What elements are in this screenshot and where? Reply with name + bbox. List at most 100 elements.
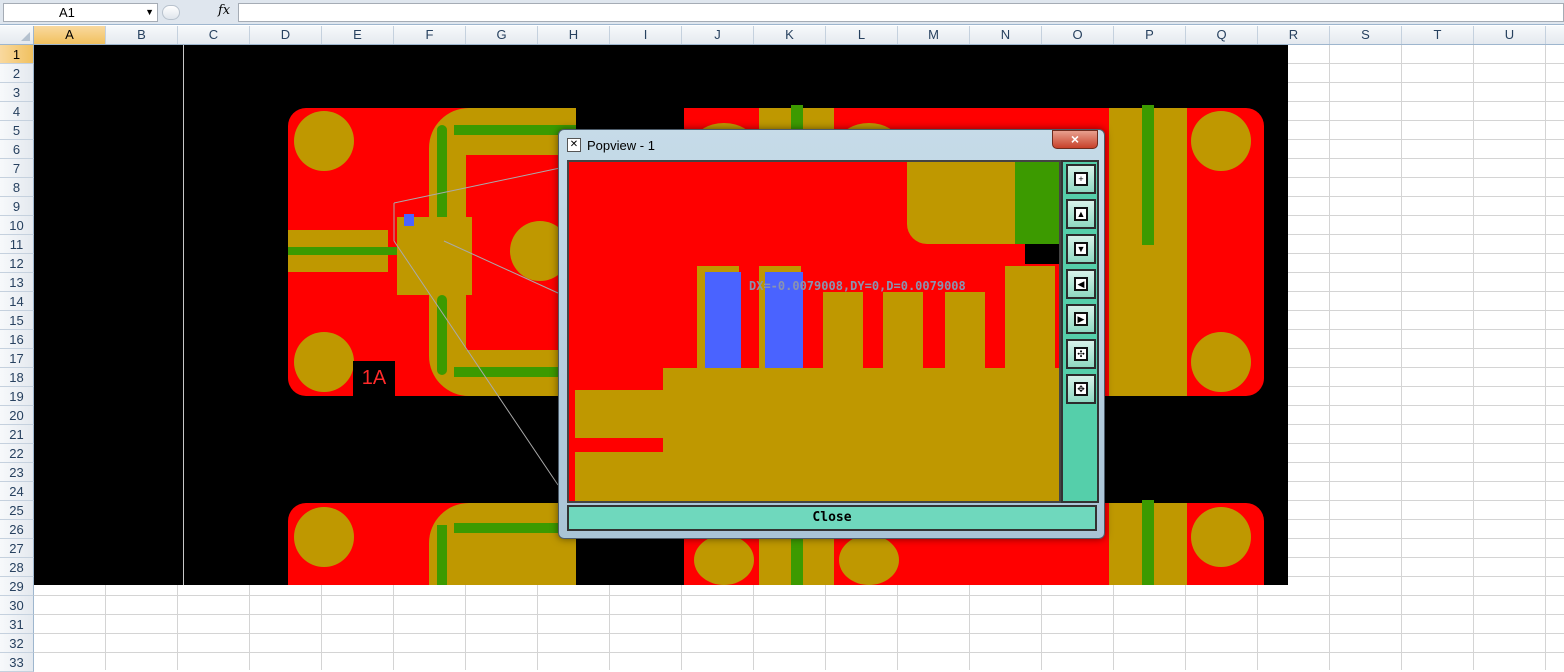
column-header-s[interactable]: S <box>1330 26 1402 44</box>
board-gap <box>1025 244 1059 264</box>
row-header-29[interactable]: 29 <box>0 577 34 596</box>
select-all-button[interactable] <box>0 26 34 44</box>
ic-pin <box>945 292 985 376</box>
row-header-11[interactable]: 11 <box>0 235 34 254</box>
row-header-26[interactable]: 26 <box>0 520 34 539</box>
ic-body <box>663 368 1059 501</box>
column-header-m[interactable]: M <box>898 26 970 44</box>
pad-area <box>429 503 576 585</box>
column-header-g[interactable]: G <box>466 26 538 44</box>
row-header-3[interactable]: 3 <box>0 83 34 102</box>
column-header-o[interactable]: O <box>1042 26 1114 44</box>
column-header-q[interactable]: Q <box>1186 26 1258 44</box>
mounting-pad <box>294 507 354 567</box>
fit-view-icon: ✣ <box>1074 347 1088 361</box>
dialog-title: Popview - 1 <box>587 138 655 153</box>
column-header-p[interactable]: P <box>1114 26 1186 44</box>
ic-pin <box>1005 266 1055 376</box>
dialog-footer: Close <box>567 505 1097 531</box>
pad-area <box>907 162 1019 244</box>
row-header-22[interactable]: 22 <box>0 444 34 463</box>
popview-toolbar: + ▲ ▼ ◀ ▶ ✣ ✥ <box>1061 160 1099 503</box>
column-header-u[interactable]: U <box>1474 26 1546 44</box>
row-header-31[interactable]: 31 <box>0 615 34 634</box>
name-box-value: A1 <box>59 5 75 20</box>
column-header-r[interactable]: R <box>1258 26 1330 44</box>
row-header-16[interactable]: 16 <box>0 330 34 349</box>
column-header-f[interactable]: F <box>394 26 466 44</box>
mounting-pad <box>1191 332 1251 392</box>
close-icon[interactable]: × <box>1052 130 1098 149</box>
column-header-h[interactable]: H <box>538 26 610 44</box>
row-header-1[interactable]: 1 <box>0 45 34 64</box>
row-header-27[interactable]: 27 <box>0 539 34 558</box>
row-header-4[interactable]: 4 <box>0 102 34 121</box>
resize-grip-icon[interactable] <box>162 5 180 20</box>
center-view-icon: ✥ <box>1074 382 1088 396</box>
column-header-j[interactable]: J <box>682 26 754 44</box>
row-header-25[interactable]: 25 <box>0 501 34 520</box>
name-box[interactable]: A1 ▼ <box>3 3 158 22</box>
row-header-20[interactable]: 20 <box>0 406 34 425</box>
trace <box>437 525 447 585</box>
mounting-pad <box>1191 111 1251 171</box>
row-header-17[interactable]: 17 <box>0 349 34 368</box>
pan-up-icon: ▲ <box>1074 207 1088 221</box>
trace <box>1015 162 1059 244</box>
formula-bar: A1 ▼ fx <box>0 0 1564 25</box>
column-header-n[interactable]: N <box>970 26 1042 44</box>
trace <box>1142 500 1154 585</box>
column-header-t[interactable]: T <box>1402 26 1474 44</box>
column-header-c[interactable]: C <box>178 26 250 44</box>
row-header-19[interactable]: 19 <box>0 387 34 406</box>
pad-area <box>575 452 669 501</box>
row-header-21[interactable]: 21 <box>0 425 34 444</box>
column-headers: ABCDEFGHIJKLMNOPQRSTU <box>0 26 1564 45</box>
column-header-e[interactable]: E <box>322 26 394 44</box>
row-header-33[interactable]: 33 <box>0 653 34 672</box>
column-header-k[interactable]: K <box>754 26 826 44</box>
insert-function-button[interactable]: fx <box>218 3 230 18</box>
pan-up-button[interactable]: ▲ <box>1066 199 1096 229</box>
close-button[interactable]: Close <box>571 509 1093 527</box>
chevron-down-icon[interactable]: ▼ <box>145 4 154 21</box>
row-header-23[interactable]: 23 <box>0 463 34 482</box>
column-header-l[interactable]: L <box>826 26 898 44</box>
row-header-10[interactable]: 10 <box>0 216 34 235</box>
row-header-7[interactable]: 7 <box>0 159 34 178</box>
row-header-2[interactable]: 2 <box>0 64 34 83</box>
row-header-12[interactable]: 12 <box>0 254 34 273</box>
pan-left-button[interactable]: ◀ <box>1066 269 1096 299</box>
row-header-8[interactable]: 8 <box>0 178 34 197</box>
row-header-13[interactable]: 13 <box>0 273 34 292</box>
row-header-14[interactable]: 14 <box>0 292 34 311</box>
app-icon: ✕ <box>567 138 581 152</box>
column-header-a[interactable]: A <box>34 26 106 44</box>
row-header-18[interactable]: 18 <box>0 368 34 387</box>
row-header-9[interactable]: 9 <box>0 197 34 216</box>
pan-down-button[interactable]: ▼ <box>1066 234 1096 264</box>
trace <box>1142 105 1154 245</box>
row-header-6[interactable]: 6 <box>0 140 34 159</box>
row-header-30[interactable]: 30 <box>0 596 34 615</box>
ic-pin <box>823 292 863 376</box>
row-header-24[interactable]: 24 <box>0 482 34 501</box>
formula-input[interactable] <box>238 3 1564 22</box>
zoom-view-canvas[interactable]: DX=-0.0079008,DY=0,D=0.0079008 <box>567 160 1061 503</box>
pan-down-icon: ▼ <box>1074 242 1088 256</box>
center-view-button[interactable]: ✥ <box>1066 374 1096 404</box>
row-header-5[interactable]: 5 <box>0 121 34 140</box>
pan-right-icon: ▶ <box>1074 312 1088 326</box>
column-header-b[interactable]: B <box>106 26 178 44</box>
row-header-32[interactable]: 32 <box>0 634 34 653</box>
zoom-in-button[interactable]: + <box>1066 164 1096 194</box>
column-header-d[interactable]: D <box>250 26 322 44</box>
row-header-28[interactable]: 28 <box>0 558 34 577</box>
column-header-i[interactable]: I <box>610 26 682 44</box>
row-header-15[interactable]: 15 <box>0 311 34 330</box>
mounting-pad <box>1191 507 1251 567</box>
popview-dialog: ✕ Popview - 1 × DX=-0.0079008,DY=0,D=0.0… <box>558 129 1105 539</box>
fit-view-button[interactable]: ✣ <box>1066 339 1096 369</box>
pan-right-button[interactable]: ▶ <box>1066 304 1096 334</box>
mounting-pad <box>694 535 754 585</box>
